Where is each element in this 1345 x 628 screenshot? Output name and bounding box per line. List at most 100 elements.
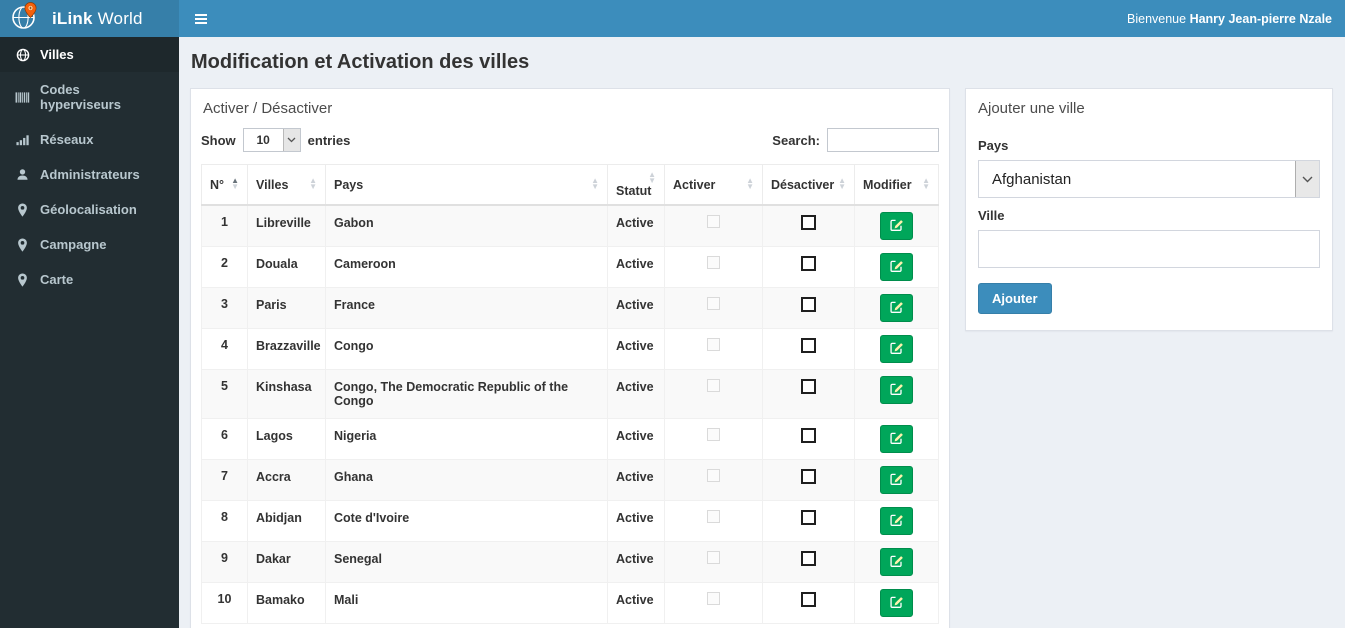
sidebar-item-label: Campagne [40, 237, 107, 252]
cell-pays: Congo [325, 328, 608, 370]
sidebar-item-label: Géolocalisation [40, 202, 137, 217]
cell-modifier [854, 287, 939, 329]
column-label: Désactiver [771, 178, 835, 192]
sidebar-item-codes-hyperviseurs[interactable]: Codes hyperviseurs [0, 72, 179, 122]
table-row: 9 Dakar Senegal Active [201, 541, 939, 583]
sort-icon: ▲ ▼ [922, 176, 930, 191]
sidebar-item-carte[interactable]: Carte [0, 262, 179, 297]
search-input[interactable] [827, 128, 939, 152]
sidebar-item-campagne[interactable]: Campagne [0, 227, 179, 262]
search-label: Search: [772, 132, 820, 148]
cell-statut: Active [607, 418, 665, 460]
cell-statut: Active [607, 500, 665, 542]
desactiver-checkbox[interactable] [801, 256, 816, 271]
edit-button[interactable] [880, 589, 913, 617]
edit-button[interactable] [880, 507, 913, 535]
edit-button[interactable] [880, 253, 913, 281]
cell-ville: Douala [247, 246, 326, 288]
chevron-down-icon [282, 129, 300, 151]
cell-ville: Dakar [247, 541, 326, 583]
sort-icon: ▲ ▼ [231, 176, 239, 191]
table-row: 7 Accra Ghana Active [201, 459, 939, 501]
cell-statut: Active [607, 582, 665, 624]
activer-checkbox [707, 379, 720, 392]
ajouter-button[interactable]: Ajouter [978, 283, 1052, 314]
cell-statut: Active [607, 328, 665, 370]
cell-pays: Cameroon [325, 246, 608, 288]
sidebar-item-villes[interactable]: Villes [0, 37, 179, 72]
column-header-3[interactable]: ▲ ▼ Pays [325, 164, 608, 206]
cell-pays: Congo, The Democratic Republic of the Co… [325, 369, 608, 419]
cell-activer [664, 246, 763, 288]
column-header-6[interactable]: ▲ ▼ Désactiver [762, 164, 855, 206]
cell-numero: 1 [201, 204, 248, 247]
cell-ville: Kinshasa [247, 369, 326, 419]
ville-input[interactable] [978, 230, 1320, 268]
column-label: N° [210, 178, 225, 192]
page-length-select[interactable]: 10 [242, 128, 301, 152]
cell-pays: Mali [325, 582, 608, 624]
cell-pays: Cote d'Ivoire [325, 500, 608, 542]
desactiver-checkbox[interactable] [801, 428, 816, 443]
cell-numero: 8 [201, 500, 248, 542]
cell-activer [664, 204, 763, 247]
table-row: 10 Bamako Mali Active [201, 582, 939, 624]
desactiver-checkbox[interactable] [801, 592, 816, 607]
column-header-4[interactable]: ▲ ▼ Statut [607, 164, 665, 206]
column-header-7[interactable]: ▲ ▼ Modifier [854, 164, 939, 206]
cell-pays: Senegal [325, 541, 608, 583]
desactiver-checkbox[interactable] [801, 297, 816, 312]
desactiver-checkbox[interactable] [801, 510, 816, 525]
cell-activer [664, 459, 763, 501]
cell-numero: 5 [201, 369, 248, 419]
sort-icon: ▲ ▼ [838, 176, 846, 191]
desactiver-checkbox[interactable] [801, 469, 816, 484]
cell-ville: Abidjan [247, 500, 326, 542]
edit-button[interactable] [880, 466, 913, 494]
edit-button[interactable] [880, 212, 913, 240]
column-label: Pays [334, 178, 364, 192]
cell-pays: Nigeria [325, 418, 608, 460]
edit-button[interactable] [880, 548, 913, 576]
cell-desactiver [762, 246, 855, 288]
brand[interactable]: iLink World [0, 0, 179, 37]
pays-select[interactable]: Afghanistan [978, 160, 1320, 198]
cell-desactiver [762, 369, 855, 419]
sidebar-item-geolocalisation[interactable]: Géolocalisation [0, 192, 179, 227]
sidebar-menu: Villes Codes hyperviseurs Réseaux Administr… [0, 37, 179, 297]
globe-icon [15, 48, 30, 62]
table-row: 8 Abidjan Cote d'Ivoire Active [201, 500, 939, 542]
cell-ville: Lagos [247, 418, 326, 460]
cell-desactiver [762, 582, 855, 624]
column-header-2[interactable]: ▲ ▼ Villes [247, 164, 326, 206]
edit-button[interactable] [880, 294, 913, 322]
edit-icon [889, 430, 904, 448]
sidebar-item-administrateurs[interactable]: Administrateurs [0, 157, 179, 192]
cell-numero: 10 [201, 582, 248, 624]
table-header-row: ▲ ▼ N° ▲ ▼ Villes ▲ ▼ Pays ▲ ▼ Statut ▲ ▼ Activer ▲ ▼ Dés… [201, 164, 939, 206]
cell-statut: Active [607, 204, 665, 247]
desactiver-checkbox[interactable] [801, 551, 816, 566]
desactiver-checkbox[interactable] [801, 379, 816, 394]
villes-table: ▲ ▼ N° ▲ ▼ Villes ▲ ▼ Pays ▲ ▼ Statut ▲ ▼ Activer ▲ ▼ Dés… [201, 164, 939, 624]
desactiver-checkbox[interactable] [801, 215, 816, 230]
cell-modifier [854, 246, 939, 288]
cell-modifier [854, 328, 939, 370]
menu-toggle-icon[interactable] [192, 10, 210, 28]
ajouter-ville-panel: Ajouter une ville Pays Afghanistan Ville… [965, 88, 1333, 331]
edit-button[interactable] [880, 335, 913, 363]
column-header-5[interactable]: ▲ ▼ Activer [664, 164, 763, 206]
map-marker-icon [15, 237, 30, 252]
desactiver-checkbox[interactable] [801, 338, 816, 353]
cell-numero: 4 [201, 328, 248, 370]
pays-select-value: Afghanistan [992, 170, 1072, 188]
activer-checkbox [707, 215, 720, 228]
cell-desactiver [762, 204, 855, 247]
sidebar-item-reseaux[interactable]: Réseaux [0, 122, 179, 157]
page-title: Modification et Activation des villes [191, 51, 530, 73]
cell-statut: Active [607, 369, 665, 419]
edit-button[interactable] [880, 376, 913, 404]
column-header-1[interactable]: ▲ ▼ N° [201, 164, 248, 206]
panel-header: Activer / Désactiver [203, 100, 333, 117]
edit-button[interactable] [880, 425, 913, 453]
